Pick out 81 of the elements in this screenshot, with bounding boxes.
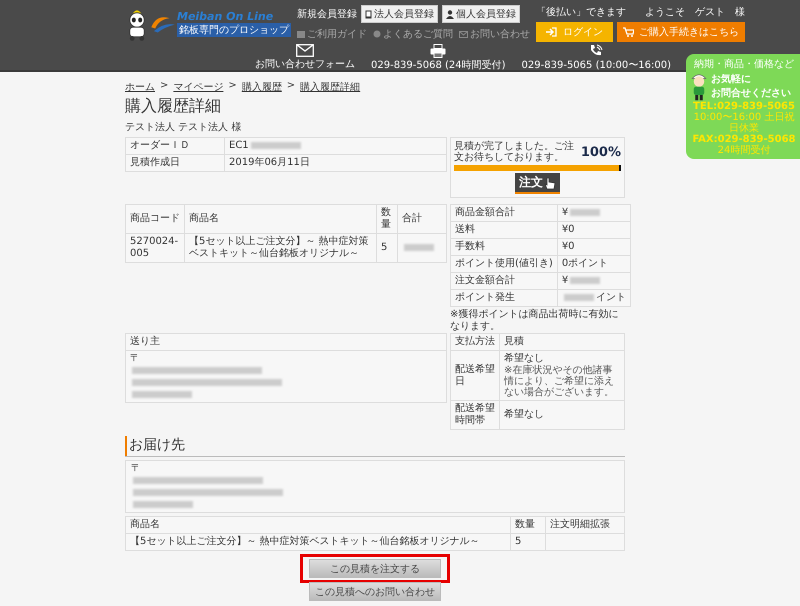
order-button[interactable]: 注文 [515, 173, 560, 194]
mail-icon [296, 44, 314, 57]
table-cell: 5270024-005 [126, 234, 184, 262]
table-cell: 0ポイント [557, 256, 630, 272]
login-icon [546, 27, 557, 37]
column-header: 商品名 [126, 516, 510, 534]
column-header: 合計 [398, 204, 446, 234]
banner-fax-number: FAX:029-839-5068 [692, 134, 796, 145]
table-cell: 5 [510, 534, 546, 551]
breadcrumb-link[interactable]: 購入履歴詳細 [300, 80, 360, 94]
table-cell: 希望なし ※在庫状況やその他諸事情により、ご希望に添えない場合がございます。 [500, 350, 624, 400]
table-cell: ¥ [557, 272, 630, 290]
table-cell: EC1 [224, 138, 446, 154]
column-header: 送り主 [126, 334, 446, 350]
signup-label: 新規会員登録 [297, 8, 357, 21]
table-cell: 送料 [450, 222, 558, 238]
table-cell: オーダーＩＤ [126, 138, 224, 154]
banner-hours-text: 10:00〜16:00 土日祝日休業 [692, 112, 796, 134]
customer-name: テスト法人 テスト法人 様 [125, 120, 242, 134]
column-header: 注文明細拡張 [546, 516, 624, 534]
table-cell: 配送希望時間帯 [450, 400, 500, 430]
hand-pointer-icon [544, 177, 556, 191]
contact-link[interactable]: 029-839-5065 (10:00〜16:00) [522, 44, 672, 72]
banner-lead-text: 納期・商品・価格など [694, 58, 794, 71]
progress-percent: 100% [580, 144, 621, 160]
table-cell: 注文金額合計 [450, 272, 558, 290]
signup-button[interactable]: 個人会員登録 [442, 5, 520, 23]
address-cell: 〒 [126, 350, 446, 402]
contact-link[interactable]: 029-839-5068 (24時間受付) [371, 44, 506, 72]
breadcrumb-link[interactable]: ホーム [125, 80, 155, 94]
logo-drawing[interactable]: Meiban On Line 銘板専門のプロショップ [125, 5, 291, 42]
banner-phone-number: TEL:029-839-5065 [693, 101, 795, 112]
breadcrumb-separator: > [160, 80, 168, 93]
table-cell: ¥0 [557, 222, 630, 238]
table-cell: 希望なし [500, 400, 624, 430]
header-link[interactable]: お問い合わせ [459, 27, 530, 41]
header-link[interactable]: よくあるご質問 [373, 27, 453, 41]
breadcrumb-separator: > [228, 80, 237, 93]
cart-icon [623, 27, 634, 37]
person-icon [446, 10, 454, 18]
breadcrumb-link[interactable]: マイページ [173, 80, 224, 94]
breadcrumb-separator: > [286, 80, 296, 93]
payment-notice: 「後払い」できます [536, 6, 626, 19]
table-cell: 商品金額合計 [450, 204, 558, 222]
phone-icon [589, 44, 604, 58]
inquiry-button[interactable]: この見積へのお問い合わせ [309, 582, 441, 602]
points-note: ※獲得ポイントは商品出荷時に有効になります。 [450, 309, 620, 333]
column-header: 商品コード [126, 204, 184, 234]
section-heading: お届け先 [125, 436, 625, 456]
table-cell: 【5セット以上ご注文分】～ 熱中症対策ベストキット～仙台銘板オリジナル～ [184, 234, 376, 262]
table-cell: 【5セット以上ご注文分】～ 熱中症対策ベストキット～仙台銘板オリジナル～ [126, 534, 510, 551]
column-header: 数量 [376, 204, 398, 234]
header-link[interactable]: ご利用ガイド [297, 27, 367, 41]
welcome-text: ようこそ ゲスト 様 [645, 6, 745, 19]
table-cell: イント [557, 290, 630, 306]
page-title: 購入履歴詳細 [125, 96, 222, 117]
banner-fax-hours-text: 24時間受付 [718, 145, 770, 156]
progress-message: 見積が完了しました。ご注文お待ちしております。 [454, 141, 575, 163]
table-cell: 2019年06月11日 [224, 154, 446, 172]
contact-link[interactable]: お問い合わせフォーム [255, 44, 355, 72]
order-estimate-button[interactable]: この見積を注文する [309, 559, 441, 578]
address-cell: 〒 [125, 460, 625, 514]
table-cell: 見積作成日 [126, 154, 224, 172]
table-cell: ポイント使用(値引き) [450, 256, 558, 272]
table-cell: 配送希望日 [450, 350, 500, 400]
table-cell: 手数料 [450, 238, 558, 256]
table-cell: ポイント発生 [450, 290, 558, 306]
table-cell: 支払方法 [450, 334, 500, 350]
breadcrumb-link[interactable]: 購入履歴 [242, 80, 282, 94]
phone-icon [365, 10, 372, 18]
table-cell: 5 [376, 234, 398, 262]
table-cell: ¥0 [557, 238, 630, 256]
mail-icon [459, 30, 468, 38]
column-header: 数量 [510, 516, 546, 534]
printer-icon [430, 44, 446, 58]
column-header: 商品名 [184, 204, 376, 234]
signup-button[interactable]: 法人会員登録 [361, 5, 438, 23]
table-cell: ¥ [557, 204, 630, 222]
table-cell: 見積 [500, 334, 624, 350]
banner-title-text: お気軽に [711, 72, 752, 86]
banner-title-text: お問合せください [711, 86, 791, 100]
